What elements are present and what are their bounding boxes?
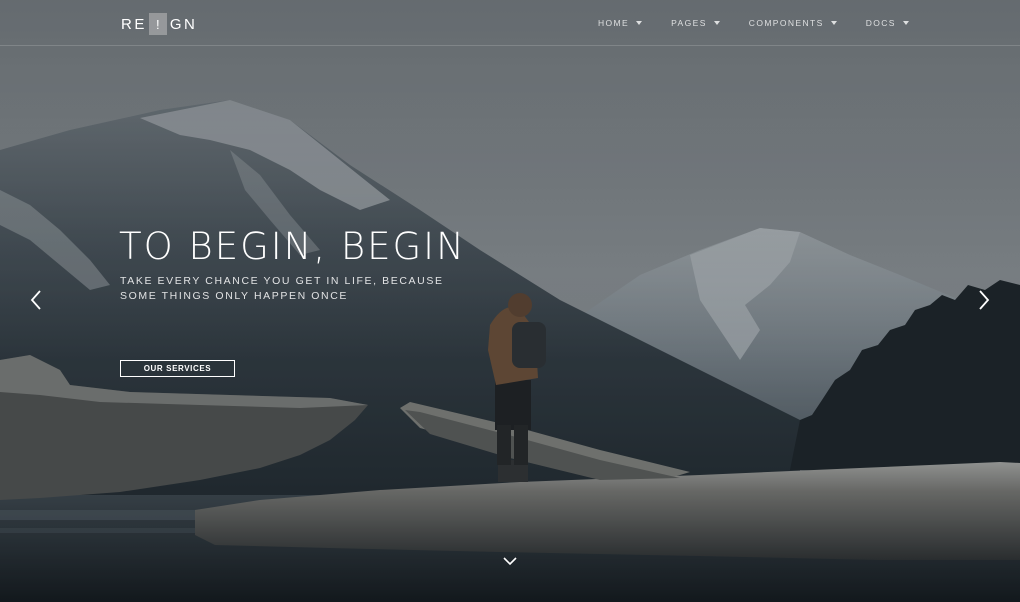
chevron-down-icon: [503, 557, 517, 566]
nav-item-label: HOME: [598, 18, 630, 28]
nav-item-components[interactable]: COMPONENTS: [749, 16, 837, 30]
nav-item-home[interactable]: HOME: [598, 16, 643, 30]
brand-logo-mark: !: [148, 13, 167, 35]
scroll-down-button[interactable]: [500, 553, 520, 569]
nav-item-pages[interactable]: PAGES: [671, 16, 720, 30]
brand-logo-left: RE: [121, 15, 147, 33]
our-services-button[interactable]: OUR SERVICES: [120, 360, 235, 377]
caret-down-icon: [902, 21, 909, 25]
nav-item-label: DOCS: [865, 18, 896, 28]
brand-logo-right: GN: [169, 15, 198, 33]
slider-prev-button[interactable]: [26, 287, 46, 313]
hero-subtitle: TAKE EVERY CHANCE YOU GET IN LIFE, BECAU…: [120, 274, 444, 304]
hero-subtitle-line-2: SOME THINGS ONLY HAPPEN ONCE: [120, 290, 349, 302]
brand-logo[interactable]: RE ! GN: [121, 13, 198, 35]
nav-item-docs[interactable]: DOCS: [866, 16, 909, 30]
chevron-right-icon: [979, 290, 990, 310]
chevron-left-icon: [30, 290, 41, 310]
site-header: RE ! GN HOME PAGES COMPONENTS DOCS: [0, 0, 1020, 46]
caret-down-icon: [830, 21, 837, 25]
hero-slider: RE ! GN HOME PAGES COMPONENTS DOCS TO BE…: [0, 0, 1020, 602]
hero-title: TO BEGIN, BEGIN: [119, 225, 466, 268]
main-nav: HOME PAGES COMPONENTS DOCS: [598, 16, 909, 30]
caret-down-icon: [713, 21, 720, 25]
caret-down-icon: [636, 21, 643, 25]
slider-next-button[interactable]: [974, 287, 994, 313]
nav-item-label: COMPONENTS: [748, 18, 824, 28]
nav-item-label: PAGES: [671, 18, 707, 28]
hero-subtitle-line-1: TAKE EVERY CHANCE YOU GET IN LIFE, BECAU…: [120, 275, 444, 287]
